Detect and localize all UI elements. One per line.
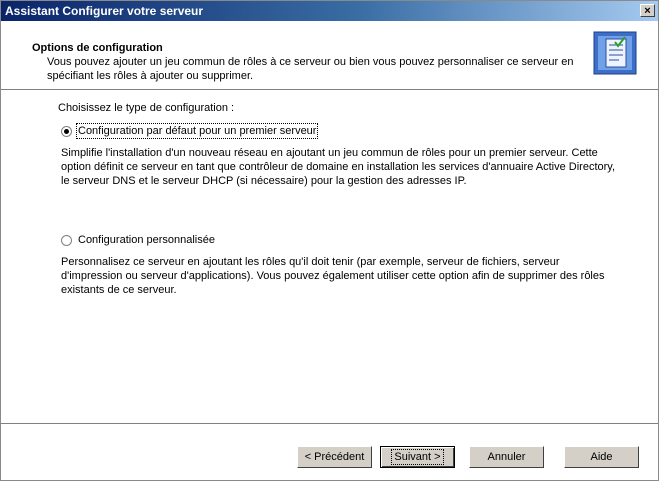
- cancel-button-label: Annuler: [487, 451, 526, 463]
- title-bar[interactable]: Assistant Configurer votre serveur ×: [1, 1, 658, 21]
- custom-config-description: Personnalisez ce serveur en ajoutant les…: [61, 256, 605, 296]
- back-button[interactable]: < Précédent: [297, 446, 372, 468]
- wizard-checklist-icon: [593, 31, 637, 75]
- default-config-label[interactable]: Configuration par défaut pour un premier…: [75, 123, 319, 139]
- help-button-label: Aide: [590, 451, 613, 463]
- radio-custom-config[interactable]: [61, 234, 72, 246]
- custom-config-label[interactable]: Configuration personnalisée: [78, 234, 215, 246]
- window-title: Assistant Configurer votre serveur: [5, 4, 204, 18]
- default-config-description: Simplifie l'installation d'un nouveau ré…: [61, 147, 616, 187]
- configuration-prompt: Choisissez le type de configuration :: [58, 102, 235, 114]
- help-button[interactable]: Aide: [564, 446, 639, 468]
- next-button-label: Suivant >: [391, 449, 444, 465]
- back-button-label: < Précédent: [304, 451, 365, 463]
- custom-config-option[interactable]: Configuration personnalisée: [61, 234, 215, 246]
- next-button[interactable]: Suivant >: [380, 446, 455, 468]
- wizard-content: Choisissez le type de configuration : Co…: [1, 91, 658, 423]
- header-title: Options de configuration: [32, 42, 163, 54]
- wizard-footer: < Précédent Suivant > Annuler Aide: [1, 425, 658, 480]
- close-button[interactable]: ×: [640, 4, 655, 17]
- default-config-option[interactable]: Configuration par défaut pour un premier…: [61, 123, 319, 139]
- header-description: Vous pouvez ajouter un jeu commun de rôl…: [47, 56, 574, 82]
- cancel-button[interactable]: Annuler: [469, 446, 544, 468]
- wizard-window: Assistant Configurer votre serveur × Opt…: [0, 0, 659, 481]
- wizard-header: Options de configuration Vous pouvez ajo…: [1, 21, 658, 89]
- radio-default-config[interactable]: [61, 125, 72, 137]
